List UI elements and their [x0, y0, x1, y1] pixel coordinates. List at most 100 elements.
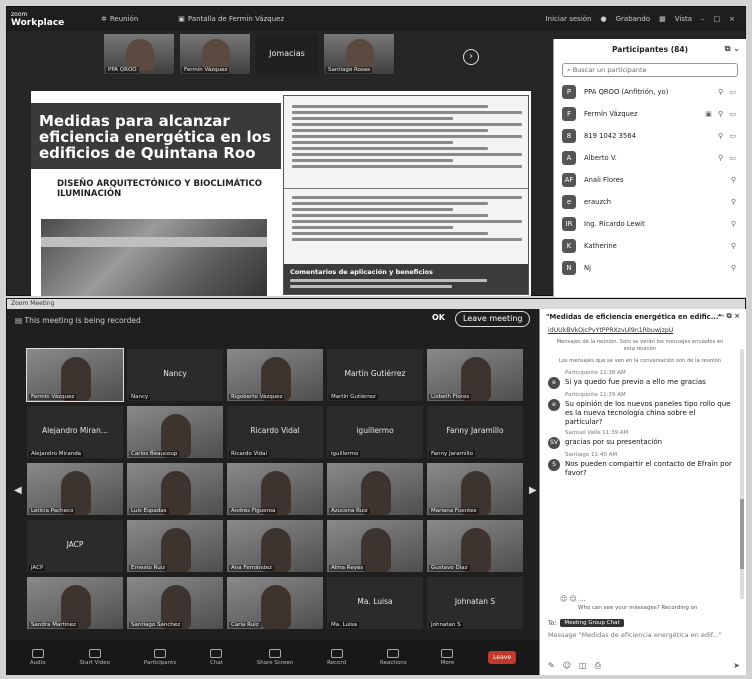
- file-icon[interactable]: ⎙: [595, 661, 601, 671]
- leave-button[interactable]: Leave: [488, 650, 517, 664]
- toolbar-button[interactable]: Participants: [143, 648, 177, 666]
- chat-message[interactable]: e Participante 11:39 AM Su opinión de los …: [548, 392, 732, 427]
- person-silhouette: [261, 585, 291, 629]
- chat-title: "Medidas de eficiencia energética en edi…: [546, 313, 723, 321]
- mic-icon: ⚲: [730, 198, 738, 206]
- chat-link[interactable]: idUUkBVkOjcPvYtPPRXzvUl9n1RbuwjzpU: [548, 327, 732, 334]
- send-icon[interactable]: ➤: [733, 661, 740, 671]
- meeting-menu[interactable]: ✲ Reunión: [101, 15, 138, 23]
- leave-meeting-button[interactable]: Leave meeting: [455, 311, 531, 327]
- participant-video-tile[interactable]: Ricardo Vidal Ricardo Vidal: [227, 406, 323, 458]
- system-message: Mensajes de la reunión. Solo se verán lo…: [556, 339, 724, 352]
- participant-row[interactable]: AF Anali Flores ⚲: [554, 169, 746, 191]
- share-indicator[interactable]: ▣ Pantalla de Fermín Vázquez: [178, 15, 284, 23]
- participant-video-tile[interactable]: Martín Gutiérrez Martín Gutiérrez: [327, 349, 423, 401]
- emoji-reaction-icon[interactable]: ☺ ☺ …: [560, 595, 586, 603]
- participant-video-tile[interactable]: iguillermo iguillermo: [327, 406, 423, 458]
- participant-video-tile[interactable]: Johnatan S Johnatan S: [427, 577, 523, 629]
- participant-video-tile[interactable]: Sandra Martínez: [27, 577, 123, 629]
- participant-video-tile[interactable]: Gustavo Díaz: [427, 520, 523, 572]
- participant-row[interactable]: A Alberto V. ⚲ ▭: [554, 147, 746, 169]
- participant-row[interactable]: e erauzch ⚲: [554, 191, 746, 213]
- toolbar-button[interactable]: Chat: [210, 648, 223, 666]
- tile-name-tag: Ricardo Vidal: [229, 451, 270, 457]
- participant-row[interactable]: N Nj ⚲: [554, 257, 746, 279]
- thumb-tile[interactable]: Jomacias: [255, 33, 319, 75]
- view-button[interactable]: Vista: [675, 15, 692, 23]
- chat-scrollbar[interactable]: [740, 349, 744, 599]
- participant-row[interactable]: 8 819 1042 3564 ⚲ ▭: [554, 125, 746, 147]
- participant-video-tile[interactable]: Mariana Fuentes: [427, 463, 523, 515]
- thumb-tile[interactable]: Santiago Rosas: [323, 33, 395, 75]
- participant-name: Fermín Vázquez: [584, 110, 638, 118]
- participant-name: 819 1042 3564: [584, 132, 636, 140]
- participant-row[interactable]: P PPA QROO (Anfitrión, yo) ⚲ ▭: [554, 81, 746, 103]
- tile-name-tag: Luis Espadas: [129, 508, 169, 514]
- participant-search-input[interactable]: ⌕ Buscar un participante: [562, 63, 738, 77]
- grid-icon[interactable]: ▦: [659, 15, 666, 23]
- next-page-arrow-icon[interactable]: ›: [463, 49, 479, 65]
- participant-video-tile[interactable]: Lizbeth Flores: [427, 349, 523, 401]
- toolbar-icon: [210, 648, 223, 658]
- participant-row[interactable]: K Katherine ⚲: [554, 235, 746, 257]
- maximize-icon[interactable]: □: [714, 15, 721, 23]
- toolbar-button[interactable]: Reactions: [380, 648, 407, 666]
- toolbar-button[interactable]: Record: [327, 648, 346, 666]
- participant-video-tile[interactable]: Ana Fernández: [227, 520, 323, 572]
- prev-page-arrow-icon[interactable]: ◀: [14, 485, 22, 496]
- chat-message[interactable]: e Participante 11:38 AM Si ya quedo fue pr…: [548, 370, 732, 389]
- chat-message[interactable]: S Santiago 11:40 AM Nos pueden compartir e…: [548, 452, 732, 478]
- next-page-arrow-icon[interactable]: ▶: [529, 485, 537, 496]
- window-title: Zoom Meeting: [7, 299, 745, 309]
- popout-icon[interactable]: ⧉ ⌄: [725, 44, 740, 54]
- toolbar-icon: [269, 648, 282, 658]
- message-sender: Participante: [565, 370, 598, 376]
- emoji-icon[interactable]: ☺: [563, 661, 571, 671]
- title-bar: zoom Workplace ✲ Reunión ▣ Pantalla de F…: [7, 7, 745, 31]
- thumb-tile[interactable]: PPA QROO: [103, 33, 175, 75]
- participant-row[interactable]: F Fermín Vázquez ▣ ⚲ ▭: [554, 103, 746, 125]
- participant-video-tile[interactable]: Fanny Jaramillo Fanny Jaramillo: [427, 406, 523, 458]
- message-content: Samuel Valle 11:39 AM gracias por su pres…: [565, 430, 662, 449]
- screenshot-icon[interactable]: ◫: [579, 661, 587, 671]
- participant-video-tile[interactable]: Carla Ruiz: [227, 577, 323, 629]
- participant-video-tile[interactable]: Rigoberto Vázquez: [227, 349, 323, 401]
- chat-message[interactable]: SV Samuel Valle 11:39 AM gracias por su pr…: [548, 430, 732, 449]
- thumb-tile[interactable]: Fermín Vázquez: [179, 33, 251, 75]
- participant-video-tile[interactable]: Ernesto Ruiz: [127, 520, 223, 572]
- participant-video-tile[interactable]: Alma Reyes: [327, 520, 423, 572]
- participant-video-tile[interactable]: JACP JACP: [27, 520, 123, 572]
- participant-video-tile[interactable]: Fermín Vázquez: [26, 348, 124, 402]
- avatar: N: [562, 261, 576, 275]
- sign-in-label[interactable]: Iniciar sesión: [546, 15, 592, 23]
- participant-video-tile[interactable]: Azucena Ruiz: [327, 463, 423, 515]
- message-text: Su opinión de los nuevos paneles tipo ro…: [565, 400, 731, 426]
- toolbar-button[interactable]: Start Video: [79, 648, 110, 666]
- close-icon[interactable]: ×: [729, 15, 735, 23]
- participant-video-tile[interactable]: Santiago Sánchez: [127, 577, 223, 629]
- scroll-thumb[interactable]: [740, 499, 744, 569]
- participant-video-tile[interactable]: Carlos Beaucoup: [127, 406, 223, 458]
- toolbar-button[interactable]: More: [441, 648, 454, 666]
- minimize-icon[interactable]: –: [701, 15, 705, 23]
- participant-video-tile[interactable]: Ma. Luisa Ma. Luisa: [327, 577, 423, 629]
- participant-video-tile[interactable]: Nancy Nancy: [127, 349, 223, 401]
- mic-icon: ⚲: [730, 176, 738, 184]
- participant-video-tile[interactable]: Luis Espadas: [127, 463, 223, 515]
- participant-video-tile[interactable]: Leticia Pacheco: [27, 463, 123, 515]
- tile-name-tag: Fanny Jaramillo: [429, 451, 475, 457]
- participant-video-tile[interactable]: Andrés Figueroa: [227, 463, 323, 515]
- format-icon[interactable]: ✎: [548, 661, 555, 671]
- slide-title: Medidas para alcanzar eficiencia energét…: [39, 112, 271, 162]
- participant-row[interactable]: IR Ing. Ricardo Lewit ⚲: [554, 213, 746, 235]
- toolbar-button[interactable]: Audio: [30, 648, 46, 666]
- participant-video-tile[interactable]: Alejandro Miran... Alejandro Miranda: [27, 406, 123, 458]
- recipient-chip[interactable]: Meeting Group Chat: [560, 619, 624, 627]
- toolbar-button[interactable]: Share Screen: [257, 648, 293, 666]
- chat-message-input[interactable]: Message "Medidas de eficiencia energétic…: [548, 631, 738, 645]
- tile-name-tag: Lizbeth Flores: [429, 394, 472, 400]
- toolbar-label: Participants: [143, 659, 177, 666]
- ok-button[interactable]: OK: [432, 313, 445, 322]
- tile-name-tag: Johnatan S: [429, 622, 463, 628]
- chat-window-controls-icon[interactable]: ⋯ ⧉ ×: [717, 312, 740, 321]
